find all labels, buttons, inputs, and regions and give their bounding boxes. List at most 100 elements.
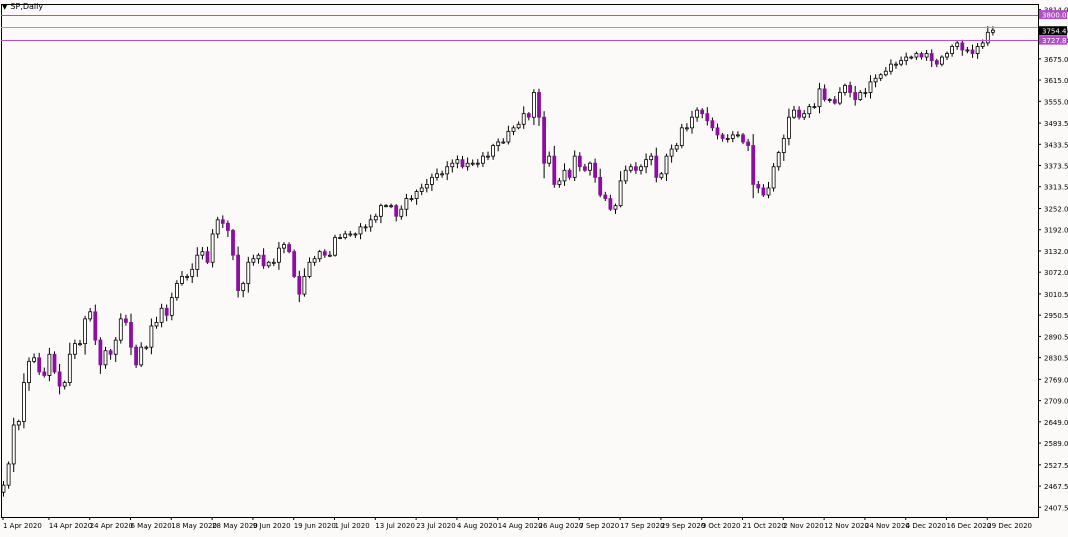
bull-candle	[251, 258, 256, 263]
bull-candle	[991, 29, 995, 33]
bear-candle	[542, 116, 546, 164]
bull-candle	[889, 63, 893, 72]
bear-candle	[108, 350, 113, 355]
bull-candle	[78, 343, 82, 346]
bull-candle	[904, 56, 909, 62]
bull-candle	[873, 77, 878, 83]
bear-candle	[853, 92, 858, 100]
y-tick-label: 2769.0	[1044, 376, 1068, 384]
bear-candle	[577, 155, 582, 168]
bull-candle	[83, 318, 87, 345]
price-chart[interactable]: 3814.03754.43727.83675.03615.03555.03493…	[0, 0, 1068, 533]
x-tick-label: 4 Aug 2020	[457, 522, 497, 530]
y-tick-label: 3072.0	[1044, 269, 1068, 277]
x-tick-label: 14 Apr 2020	[49, 522, 92, 530]
bull-candle	[674, 145, 679, 150]
y-tick-label: 2589.0	[1044, 440, 1068, 448]
bull-candle	[149, 325, 154, 348]
x-tick-label: 1 Apr 2020	[3, 522, 42, 530]
x-tick-label: 9 Oct 2020	[702, 522, 741, 530]
x-tick-label: 4 Dec 2020	[906, 522, 946, 530]
bull-candle	[113, 339, 118, 355]
bull-candle	[516, 123, 521, 129]
x-tick-label: 12 Nov 2020	[824, 522, 869, 530]
bull-candle	[480, 155, 485, 164]
bull-candle	[32, 357, 36, 362]
y-tick-label: 2467.5	[1044, 483, 1068, 491]
bear-candle	[225, 222, 230, 231]
bull-candle	[429, 176, 434, 185]
bull-candle	[246, 261, 251, 284]
bear-candle	[322, 251, 327, 256]
bull-candle	[792, 109, 796, 118]
bull-candle	[195, 254, 200, 270]
bull-candle	[307, 261, 312, 277]
bull-candle	[980, 42, 985, 47]
bear-candle	[231, 230, 235, 256]
x-tick-label: 2 Nov 2020	[783, 522, 823, 530]
bull-candle	[47, 353, 52, 376]
bear-candle	[124, 318, 128, 323]
bull-candle	[894, 63, 898, 66]
bull-candle	[312, 258, 317, 263]
bull-candle	[389, 205, 394, 208]
bear-candle	[741, 134, 745, 143]
bull-candle	[588, 162, 592, 171]
bull-candle	[924, 53, 929, 58]
bull-candle	[501, 141, 506, 144]
bull-candle	[623, 169, 628, 182]
current-price-tag: 3754.4	[1042, 28, 1067, 36]
bull-candle	[343, 233, 348, 238]
x-tick-label: 6 May 2020	[131, 522, 172, 530]
bull-candle	[781, 138, 786, 153]
bull-candle	[399, 208, 404, 217]
bull-candle	[909, 56, 914, 59]
plot-frame	[1, 4, 1039, 518]
y-tick-label: 3010.5	[1044, 291, 1068, 299]
bull-candle	[475, 162, 480, 165]
bull-candle	[766, 187, 771, 196]
collapse-triangle-icon[interactable]: ▼	[2, 3, 7, 11]
bull-candle	[200, 251, 205, 256]
bull-candle	[776, 152, 781, 168]
x-tick-label: 9 Jun 2020	[253, 522, 291, 530]
bull-candle	[695, 109, 699, 118]
x-tick-label: 24 Nov 2020	[865, 522, 910, 530]
chart-title: SP,Daily	[10, 2, 44, 11]
bull-candle	[159, 307, 164, 323]
bear-candle	[261, 254, 266, 267]
bull-candle	[899, 60, 903, 65]
bear-candle	[746, 141, 750, 146]
x-tick-label: 26 Aug 2020	[539, 522, 584, 530]
bull-candle	[496, 141, 501, 146]
bear-candle	[654, 155, 659, 178]
bull-candle	[628, 166, 633, 171]
bull-candle	[644, 159, 648, 168]
bear-candle	[848, 84, 852, 93]
bull-candle	[404, 198, 409, 210]
bear-candle	[710, 120, 715, 129]
y-tick-label: 3493.5	[1044, 120, 1068, 128]
y-tick-label: 3615.0	[1044, 77, 1068, 85]
bear-candle	[394, 205, 399, 217]
chart-window[interactable]: 3814.03754.43727.83675.03615.03555.03493…	[0, 0, 1068, 533]
bull-candle	[241, 283, 246, 291]
bull-candle	[863, 92, 868, 94]
bear-candle	[583, 166, 587, 171]
bull-candle	[659, 173, 664, 178]
bull-candle	[419, 187, 424, 192]
bull-candle	[73, 343, 77, 355]
x-tick-label: 18 May 2020	[171, 522, 217, 530]
bull-candle	[868, 81, 873, 93]
bull-candle	[521, 113, 526, 125]
bear-candle	[98, 339, 103, 366]
bull-candle	[639, 166, 643, 171]
bull-candle	[88, 311, 93, 320]
bull-candle	[945, 53, 949, 58]
bull-candle	[118, 318, 123, 341]
bull-candle	[409, 198, 414, 200]
bull-candle	[532, 92, 536, 118]
bull-candle	[878, 74, 883, 79]
bull-candle	[838, 92, 842, 104]
bear-candle	[287, 244, 292, 253]
